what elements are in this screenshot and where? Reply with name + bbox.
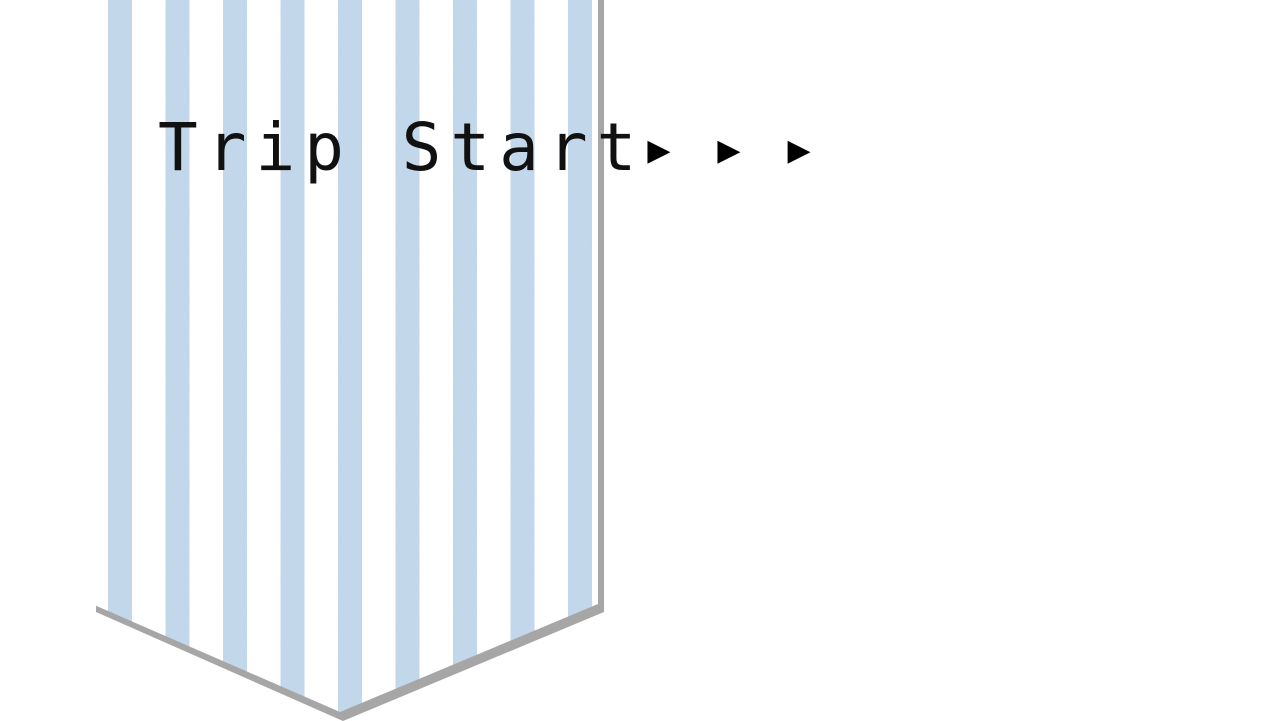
page-title: Trip Start [158, 109, 646, 186]
arrow-icons: ▶▶▶ [647, 133, 858, 168]
title-row: Trip Start ▶▶▶ [158, 108, 858, 188]
slide: Trip Start ▶▶▶ [0, 0, 1280, 721]
